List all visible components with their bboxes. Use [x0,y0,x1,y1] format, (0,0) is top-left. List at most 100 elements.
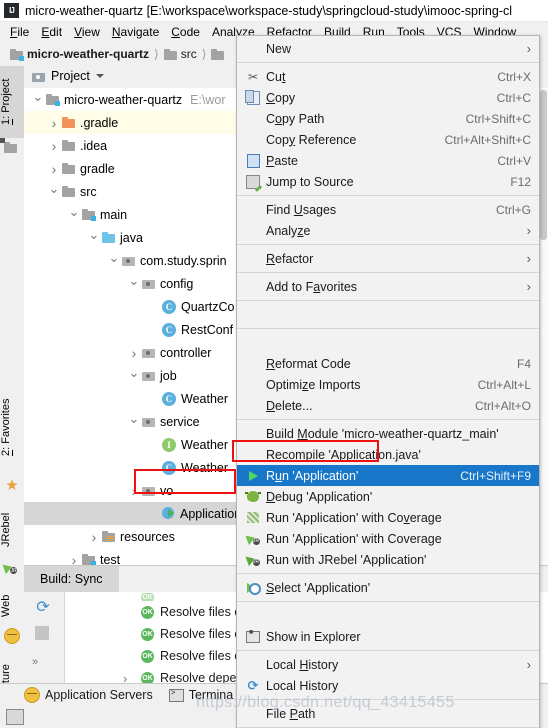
menu-shortcut: Ctrl+G [495,202,531,217]
menu-item-label: Show in Explorer [266,629,361,644]
menu-item-debug-application[interactable]: Debug 'Application' [237,486,539,507]
tree-label: .idea [80,138,108,153]
package-icon [142,370,155,381]
tree-label: service [160,414,200,429]
stop-icon[interactable] [35,626,49,640]
menu-item-optimize-imports[interactable]: Optimize Imports Ctrl+Alt+L [237,374,539,395]
chevron-down-icon[interactable] [106,253,122,269]
status-indicator-icon[interactable] [6,709,24,725]
menu-item-label: Select 'Application' [266,580,371,595]
menu-item-reformat-code[interactable]: Reformat Code F4 [237,353,539,374]
tree-label: src [80,184,97,199]
menu-navigate[interactable]: Navigate [106,22,165,43]
chevron-down-icon[interactable] [86,230,102,246]
chevron-right-icon[interactable] [46,161,62,177]
menu-item-add-to-favorites[interactable]: Add to Favorites › [237,276,539,297]
chevron-down-icon[interactable] [46,184,62,200]
tree-label: Weather [181,391,229,406]
class-icon: C [162,299,176,314]
sync-icon[interactable]: ⟳ [34,598,52,616]
sync-icon: ⟳ [247,677,259,693]
web-globe-icon[interactable] [4,628,20,644]
sidebar-item-jrebel[interactable]: JRebel [0,506,24,554]
tree-vertical-scrollbar[interactable] [539,88,548,566]
menu-item-label: Analyze [266,223,311,238]
menu-file[interactable]: File [4,22,35,43]
menu-edit[interactable]: Edit [35,22,68,43]
submenu-arrow-icon: › [526,41,531,56]
tree-label: main [100,207,128,222]
menu-item-local-history[interactable]: Local History › [237,654,539,675]
sidebar-item-web[interactable]: Web [0,588,24,624]
tree-label: java [120,230,143,245]
chevron-down-icon[interactable] [126,414,142,430]
sidebar-item-project[interactable]: 1: Project [0,66,24,138]
menu-item-show-in-explorer[interactable] [237,605,539,626]
star-icon[interactable]: ★ [4,478,20,494]
menu-item-run-with-coverage[interactable]: Run 'Application' with Coverage [237,507,539,528]
menu-item-label: Local History [266,657,339,672]
jump-to-source-icon [243,174,263,189]
chevron-down-icon[interactable] [95,74,104,78]
chevron-down-icon[interactable] [30,92,46,108]
context-menu[interactable]: New › ✂ Cut Ctrl+X Copy Ctrl+C Copy Path… [236,35,540,728]
chevron-right-icon[interactable]: › [123,671,141,685]
menu-item-open-in-terminal[interactable]: Show in Explorer [237,626,539,647]
menu-item-copy[interactable]: Copy Ctrl+C [237,87,539,108]
menu-item-configure-project-subset[interactable] [237,304,539,325]
menu-item-refactor[interactable]: Refactor › [237,248,539,269]
folder-icon [62,163,75,174]
chevron-down-icon[interactable] [66,207,82,223]
chevron-down-icon[interactable] [126,276,142,292]
menu-item-cut[interactable]: ✂ Cut Ctrl+X [237,66,539,87]
menu-item-browse-type-hierarchy[interactable] [237,332,539,353]
debug-icon [243,491,263,502]
menu-item-analyze[interactable]: Analyze › [237,220,539,241]
menu-item-run-application[interactable]: Run 'Application' Ctrl+Shift+F9 [237,465,539,486]
menu-shortcut: Ctrl+C [496,90,531,105]
chevron-right-icon[interactable] [46,115,62,131]
menu-item-jump-to-source[interactable]: Jump to Source F12 [237,171,539,192]
menu-item-recompile[interactable]: Recompile 'Application.java' [237,444,539,465]
menu-code[interactable]: Code [165,22,206,43]
expand-icon[interactable]: » [32,656,38,668]
coverage-icon [243,512,263,523]
menu-view[interactable]: View [68,22,106,43]
chevron-right-icon[interactable] [46,138,62,154]
menu-item-select-application[interactable]: Select 'Application' [237,577,539,598]
menu-item-label: Build Module 'micro-weather-quartz_main' [266,426,499,441]
menu-item-run-with-jrebel[interactable]: JR Run 'Application' with Coverage [237,528,539,549]
jrebel-debug-icon: JR [243,553,263,566]
chevron-down-icon[interactable] [126,368,142,384]
menu-item-paste[interactable]: Paste Ctrl+V [237,150,539,171]
jrebel-icon[interactable]: JR [2,560,20,576]
package-icon [142,416,155,427]
menu-item-build-module[interactable]: Build Module 'micro-weather-quartz_main' [237,423,539,444]
menu-shortcut: Ctrl+Shift+C [465,111,531,126]
project-tool-icon[interactable] [0,138,20,158]
menu-separator [237,573,539,574]
menu-item-new[interactable]: New › [237,38,539,59]
menu-item-delete[interactable]: Delete... Ctrl+Alt+O [237,395,539,416]
breadcrumb-item-more[interactable] [211,48,225,60]
menu-item-label: Run 'Application' with Coverage [266,510,442,525]
menu-item-synchronize[interactable]: ⟳ Local History [237,675,539,696]
menu-separator [237,272,539,273]
chevron-right-icon[interactable] [66,552,82,567]
tree-label: micro-weather-quartz [64,92,183,107]
chevron-right-icon[interactable] [86,529,102,545]
sidebar-item-favorites[interactable]: 2: Favorites [0,382,24,472]
menu-item-copy-reference[interactable]: Copy Reference Ctrl+Alt+Shift+C [237,129,539,150]
menu-item-debug-with-jrebel[interactable]: JR Run with JRebel 'Application' [237,549,539,570]
breadcrumb-item-module[interactable]: micro-weather-quartz [10,47,149,61]
chevron-right-icon[interactable] [126,483,142,499]
class-icon: C [162,391,176,406]
menu-item-copy-path[interactable]: Copy Path Ctrl+Shift+C [237,108,539,129]
bottom-item-application-servers[interactable]: Application Servers [24,687,153,703]
menu-item-find-usages[interactable]: Find Usages Ctrl+G [237,199,539,220]
tab-build-sync[interactable]: Build: Sync [24,566,119,592]
breadcrumb-item-src[interactable]: src [163,47,197,61]
breadcrumb-separator: ⟩ [154,47,159,61]
tree-label: gradle [80,161,115,176]
chevron-right-icon[interactable] [126,345,142,361]
